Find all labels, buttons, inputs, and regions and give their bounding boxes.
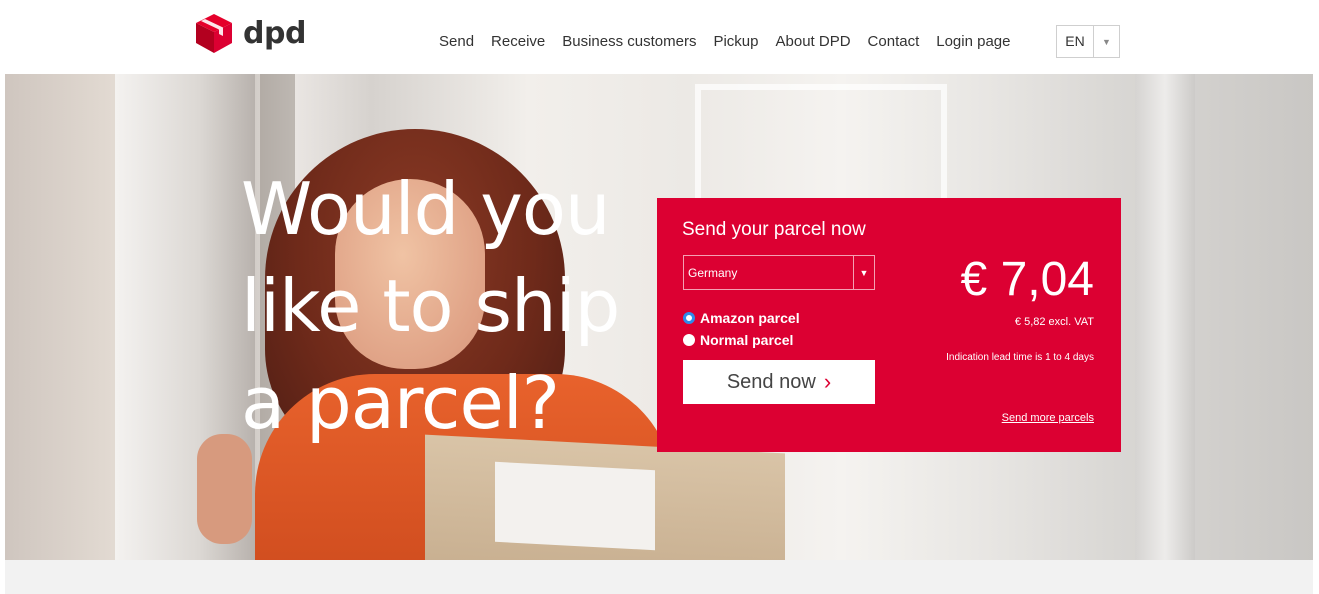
radio-checked-icon[interactable] [683,312,695,324]
dpd-logo[interactable]: dpd [193,12,306,54]
radio-label-amazon: Amazon parcel [700,310,800,326]
hero-pillar [1135,74,1195,560]
language-select[interactable]: EN ▼ [1056,25,1120,58]
nav-business-customers[interactable]: Business customers [562,33,696,50]
headline-line-2: like to ship [241,264,620,349]
lead-time-text: Indication lead time is 1 to 4 days [946,352,1094,363]
radio-label-normal: Normal parcel [700,332,794,348]
send-box-title: Send your parcel now [682,219,866,240]
hero-window [695,84,947,216]
logo-text: dpd [243,15,306,51]
nav-about-dpd[interactable]: About DPD [776,33,851,50]
country-select[interactable]: Germany ▼ [683,255,875,290]
language-value: EN [1057,26,1094,57]
chevron-right-icon: › [823,369,832,394]
content-band [5,560,1313,594]
chevron-down-icon: ▼ [1102,36,1111,47]
radio-normal-parcel[interactable]: Normal parcel [683,332,793,348]
site-header: dpd Send Receive Business customers Pick… [0,0,1319,74]
price-excl-vat: € 5,82 excl. VAT [1014,316,1094,328]
nav-receive[interactable]: Receive [491,33,545,50]
send-now-label: Send now [726,370,816,393]
headline-line-3: a parcel? [241,361,560,446]
chevron-down-icon: ▼ [853,256,874,289]
nav-send[interactable]: Send [439,33,474,50]
price-value: € 7,04 [960,253,1094,306]
nav-login-page[interactable]: Login page [936,33,1010,50]
send-now-button[interactable]: Send now › [683,360,875,404]
radio-unchecked-icon[interactable] [683,334,695,346]
nav-pickup[interactable]: Pickup [713,33,758,50]
nav-contact[interactable]: Contact [868,33,920,50]
headline-line-1: Would you [241,167,611,252]
send-more-parcels-link[interactable]: Send more parcels [1002,412,1094,424]
hero-parcel-label [495,461,655,551]
radio-amazon-parcel[interactable]: Amazon parcel [683,310,800,326]
hero-headline: Would you like to ship a parcel? [241,161,661,452]
dpd-cube-icon [196,14,232,53]
send-parcel-box: Send your parcel now Germany ▼ Amazon pa… [657,198,1121,452]
country-value: Germany [688,265,738,280]
main-nav: Send Receive Business customers Pickup A… [439,33,1028,50]
